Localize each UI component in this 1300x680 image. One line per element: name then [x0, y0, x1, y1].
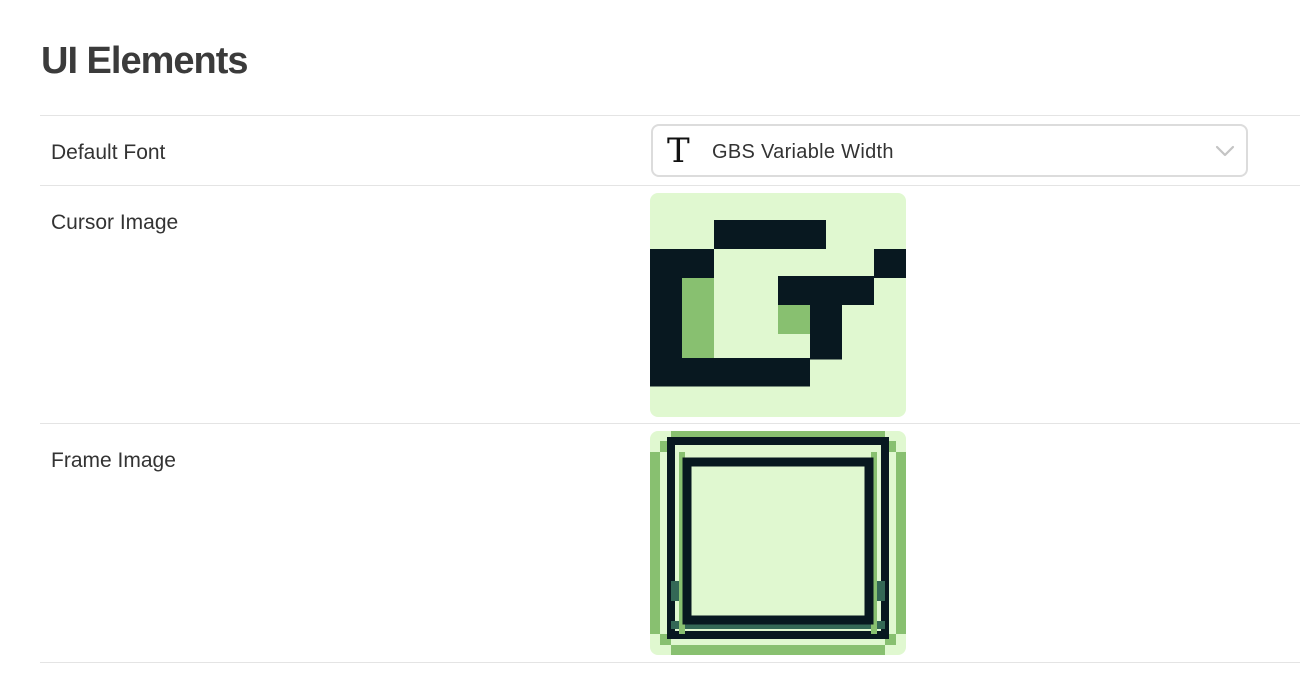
chevron-down-icon	[1215, 145, 1235, 157]
font-T-icon: T	[667, 131, 690, 171]
font-select[interactable]: T GBS Variable Width	[651, 124, 1248, 177]
setting-label: Frame Image	[51, 449, 176, 472]
section-title: UI Elements	[41, 40, 249, 82]
frame-image-picker[interactable]	[650, 431, 906, 655]
ui-elements-settings-page: UI Elements Default Font T GBS Variable …	[0, 0, 1300, 680]
setting-row-frame-image: Frame Image	[40, 423, 1300, 663]
setting-label: Cursor Image	[51, 211, 179, 234]
setting-row-cursor-image: Cursor Image	[40, 185, 1300, 424]
font-select-value: GBS Variable Width	[712, 141, 894, 163]
setting-label: Default Font	[51, 141, 166, 164]
cursor-image-picker[interactable]	[650, 193, 906, 417]
setting-row-default-font: Default Font T GBS Variable Width	[40, 115, 1300, 186]
